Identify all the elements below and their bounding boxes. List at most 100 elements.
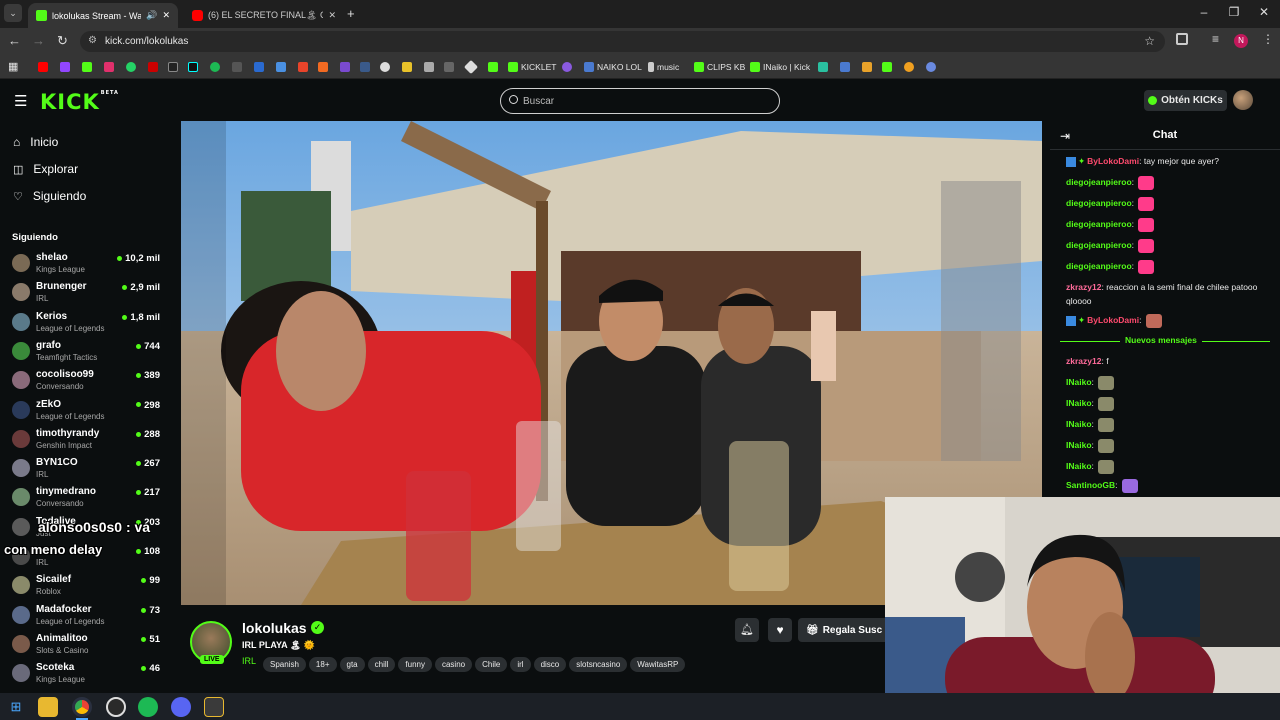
bookmark-icon[interactable]	[562, 59, 572, 74]
new-tab-button[interactable]: +	[347, 6, 355, 21]
app-icon[interactable]	[204, 697, 224, 717]
following-item[interactable]: Kerios League of Legends 1,8 mil	[10, 310, 160, 338]
bookmark-icon[interactable]	[232, 59, 242, 74]
chat-message[interactable]: diegojeanpieroo:	[1066, 196, 1266, 211]
bookmark-icon[interactable]	[148, 59, 158, 74]
follow-button[interactable]: ♥	[768, 618, 792, 642]
chat-username[interactable]: INaiko	[1066, 398, 1092, 408]
chat-message[interactable]: diegojeanpieroo:	[1066, 259, 1266, 274]
bookmark-icon[interactable]	[210, 59, 220, 74]
chat-username[interactable]: INaiko	[1066, 461, 1092, 471]
tab-kick-stream[interactable]: lokolukas Stream - Watch L 🔊 ✕	[28, 3, 178, 28]
back-icon[interactable]: ←	[8, 33, 21, 48]
following-item[interactable]: Brunenger IRL 2,9 mil	[10, 280, 160, 308]
get-kicks-button[interactable]: Obtén KICKs	[1144, 90, 1227, 111]
gift-sub-button[interactable]: 🎁︎ Regala Susc	[798, 618, 886, 642]
chrome-icon[interactable]	[72, 697, 92, 717]
following-item[interactable]: cocolisoo99 Conversando 389	[10, 368, 160, 396]
bookmark-icon[interactable]	[926, 59, 936, 74]
bookmark-icon[interactable]	[463, 59, 479, 74]
media-controls-icon[interactable]: ≡	[1212, 32, 1219, 46]
bookmark-icon[interactable]	[882, 59, 892, 74]
bookmark-icon[interactable]	[298, 59, 308, 74]
bookmark-icon[interactable]	[168, 59, 178, 74]
chat-username[interactable]: zkrazy12	[1066, 282, 1101, 292]
following-item[interactable]: grafo Teamfight Tactics 744	[10, 339, 160, 367]
tag-pill[interactable]: 18+	[308, 657, 337, 672]
chat-message[interactable]: INaiko:	[1066, 396, 1266, 411]
minimize-icon[interactable]: –	[1194, 5, 1214, 19]
chat-username[interactable]: diegojeanpieroo	[1066, 240, 1132, 250]
chat-message[interactable]: diegojeanpieroo:	[1066, 217, 1266, 232]
kick-logo[interactable]: KICKBETA	[40, 90, 119, 114]
bookmark-icon[interactable]	[82, 59, 92, 74]
bookmark-icon[interactable]	[818, 59, 828, 74]
nav-inicio[interactable]: ⌂ Inicio	[13, 135, 58, 149]
extensions-icon[interactable]	[1176, 33, 1188, 45]
new-messages-divider[interactable]: Nuevos mensajes	[1060, 335, 1270, 347]
nav-explorar[interactable]: ◫ Explorar	[13, 162, 78, 176]
close-tab-icon[interactable]: ✕	[328, 10, 336, 21]
chat-message[interactable]: diegojeanpieroo:	[1066, 238, 1266, 253]
tag-pill[interactable]: irl	[510, 657, 531, 672]
reload-icon[interactable]: ↻	[57, 33, 68, 49]
chat-username[interactable]: diegojeanpieroo	[1066, 261, 1132, 271]
chat-username[interactable]: diegojeanpieroo	[1066, 198, 1132, 208]
spotify-icon[interactable]	[138, 697, 158, 717]
bookmark-icon[interactable]	[340, 59, 350, 74]
stream-category[interactable]: IRL	[242, 656, 256, 666]
bookmark-icon[interactable]	[360, 59, 370, 74]
chat-message[interactable]: INaiko:	[1066, 417, 1266, 432]
following-item[interactable]: tinymedrano Conversando 217	[10, 485, 160, 513]
browser-menu-icon[interactable]: ⋮	[1262, 32, 1274, 46]
chat-username[interactable]: INaiko	[1066, 419, 1092, 429]
chat-username[interactable]: INaiko	[1066, 440, 1092, 450]
tag-pill[interactable]: WawitasRP	[630, 657, 686, 672]
search-input[interactable]: Buscar	[500, 88, 780, 114]
profile-avatar[interactable]: N	[1234, 34, 1248, 48]
chat-username[interactable]: INaiko	[1066, 377, 1092, 387]
channel-name[interactable]: lokolukas	[242, 620, 307, 636]
following-item[interactable]: timothyrandy Genshin Impact 288	[10, 427, 160, 455]
speaker-icon[interactable]: 🔊	[146, 10, 157, 21]
tag-pill[interactable]: Chile	[475, 657, 508, 672]
tag-pill[interactable]: gta	[339, 657, 365, 672]
restore-icon[interactable]: ❐	[1224, 5, 1244, 19]
following-item[interactable]: Madafocker League of Legends 73	[10, 603, 160, 631]
apps-grid-icon[interactable]: ▦	[8, 59, 18, 74]
chat-username[interactable]: diegojeanpieroo	[1066, 219, 1132, 229]
tag-pill[interactable]: disco	[533, 657, 567, 672]
close-tab-icon[interactable]: ✕	[162, 10, 170, 21]
bookmark-clips-kb[interactable]: CLIPS KB	[694, 59, 745, 74]
tab-youtube[interactable]: (6) EL SECRETO FINAL🏝 Capít ✕	[184, 3, 344, 28]
tag-pill[interactable]: chill	[367, 657, 396, 672]
following-item[interactable]: BYN1CO IRL 267	[10, 456, 160, 484]
user-avatar[interactable]	[1233, 90, 1253, 110]
chat-message[interactable]: INaiko:	[1066, 375, 1266, 390]
bookmark-star-icon[interactable]: ☆	[1144, 34, 1155, 48]
bookmark-icon[interactable]	[488, 59, 498, 74]
chat-message[interactable]: ✦ ByLokoDami: tay mejor que ayer?	[1066, 154, 1266, 168]
hamburger-menu-icon[interactable]: ☰	[14, 92, 27, 110]
chat-username[interactable]: zkrazy12	[1066, 356, 1101, 366]
chat-username[interactable]: diegojeanpieroo	[1066, 177, 1132, 187]
chat-message[interactable]: zkrazy12: reaccion a la semi final de ch…	[1066, 280, 1266, 308]
chat-message[interactable]: INaiko:	[1066, 459, 1266, 474]
obs-icon[interactable]	[106, 697, 126, 717]
bookmark-icon[interactable]	[904, 59, 914, 74]
nav-siguiendo[interactable]: ♡ Siguiendo	[13, 189, 86, 203]
tag-pill[interactable]: slotsncasino	[569, 657, 628, 672]
chat-message[interactable]: INaiko:	[1066, 438, 1266, 453]
chat-message[interactable]: ✦ ByLokoDami:	[1066, 313, 1266, 328]
chat-username[interactable]: SantinooGB	[1066, 480, 1115, 490]
bookmark-icon[interactable]	[840, 59, 850, 74]
site-info-icon[interactable]: ⚙	[88, 35, 97, 46]
tag-pill[interactable]: casino	[434, 657, 473, 672]
tab-search-button[interactable]: ⌄	[4, 4, 22, 22]
windows-start-icon[interactable]: ⊞	[6, 697, 26, 717]
following-item[interactable]: Scoteka Kings League 46	[10, 661, 160, 689]
chat-message[interactable]: diegojeanpieroo:	[1066, 175, 1266, 190]
notification-bell-button[interactable]: 🔔︎	[735, 618, 759, 642]
following-item[interactable]: zEkO League of Legends 298	[10, 398, 160, 426]
bookmark-icon[interactable]	[444, 59, 454, 74]
